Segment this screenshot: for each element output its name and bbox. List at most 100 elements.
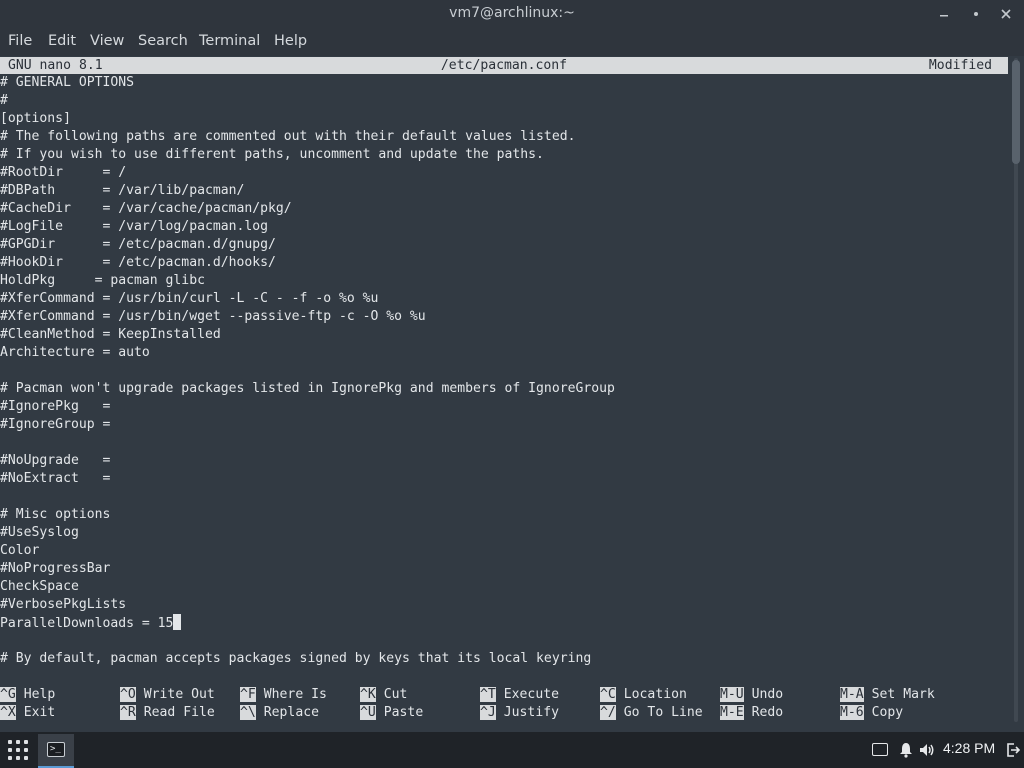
shortcut-label: Execute: [503, 687, 559, 702]
window-titlebar[interactable]: vm7@archlinux:~: [0, 0, 1024, 28]
shortcut-label: Justify: [503, 705, 559, 720]
shortcut-key: ^J: [480, 705, 496, 720]
editor-line: # The following paths are commented out …: [0, 129, 576, 144]
shortcut-label: Set Mark: [871, 687, 935, 702]
shortcut-key: M-U: [720, 687, 744, 702]
editor-line: #CacheDir = /var/cache/pacman/pkg/: [0, 201, 292, 216]
bell-icon[interactable]: [899, 741, 913, 759]
close-button[interactable]: [998, 6, 1014, 22]
shortcut-label: Write Out: [143, 687, 215, 702]
editor-line: Architecture = auto: [0, 345, 150, 360]
keyboard-icon[interactable]: [872, 743, 888, 756]
shortcut-key: ^K: [360, 687, 376, 702]
shortcut-go-to-line[interactable]: ^/ Go To Line: [600, 704, 703, 722]
shortcut-key: M-6: [840, 705, 864, 720]
editor-line: #XferCommand = /usr/bin/curl -L -C - -f …: [0, 291, 379, 306]
editor-line: #IgnoreGroup =: [0, 417, 111, 432]
shortcut-key: ^X: [0, 705, 16, 720]
editor-line: #CleanMethod = KeepInstalled: [0, 327, 221, 342]
shortcut-redo[interactable]: M-E Redo: [720, 704, 783, 722]
shortcut-label: Help: [23, 687, 56, 702]
restore-icon: [974, 12, 978, 16]
shortcut-label: Paste: [383, 705, 424, 720]
editor-line-current: ParallelDownloads = 15: [0, 614, 182, 632]
shortcut-where-is[interactable]: ^F Where Is: [240, 686, 327, 704]
shortcut-key: M-E: [720, 705, 744, 720]
terminal-scrollbar[interactable]: [1012, 58, 1020, 722]
taskbar: >_ 4:28 PM: [0, 732, 1024, 768]
editor-line: #RootDir = /: [0, 165, 127, 180]
shortcut-undo[interactable]: M-U Undo: [720, 686, 783, 704]
scrollbar-thumb[interactable]: [1012, 60, 1020, 164]
editor-line: Color: [0, 543, 40, 558]
shortcut-label: Cut: [383, 687, 408, 702]
editor-line: #LogFile = /var/log/pacman.log: [0, 219, 269, 234]
menu-help[interactable]: Help: [274, 33, 307, 49]
editor-line: #VerbosePkgLists: [0, 597, 127, 612]
shortcut-exit[interactable]: ^X Exit: [0, 704, 55, 722]
terminal-view[interactable]: GNU nano 8.1 /etc/pacman.conf Modified #…: [0, 56, 1024, 732]
editor-line: #NoUpgrade =: [0, 453, 111, 468]
editor-line: #NoExtract =: [0, 471, 111, 486]
terminal-icon: >_: [47, 742, 65, 757]
editor-line: [options]: [0, 111, 71, 126]
shortcut-label: Where Is: [263, 687, 327, 702]
taskbar-clock[interactable]: 4:28 PM: [943, 740, 995, 756]
volume-icon[interactable]: [918, 741, 936, 759]
shortcut-key: ^O: [120, 687, 136, 702]
editor-line: # Pacman won't upgrade packages listed i…: [0, 381, 615, 396]
shortcut-label: Go To Line: [623, 705, 703, 720]
shortcut-execute[interactable]: ^T Execute: [480, 686, 559, 704]
shortcut-key: ^F: [240, 687, 256, 702]
shortcut-key: ^T: [480, 687, 496, 702]
menu-edit[interactable]: Edit: [48, 33, 76, 49]
app-grid-button[interactable]: [6, 740, 30, 760]
shortcut-copy[interactable]: M-6 Copy: [840, 704, 903, 722]
window-title: vm7@archlinux:~: [449, 5, 575, 21]
shortcut-key: ^R: [120, 705, 136, 720]
shortcut-label: Replace: [263, 705, 319, 720]
shortcut-label: Exit: [23, 705, 56, 720]
editor-line: #: [0, 93, 8, 108]
menu-file[interactable]: File: [8, 33, 32, 49]
shortcut-key: M-A: [840, 687, 864, 702]
nano-modified-status: Modified: [928, 58, 992, 73]
shortcut-write-out[interactable]: ^O Write Out: [120, 686, 215, 704]
shortcut-label: Read File: [143, 705, 215, 720]
shortcut-location[interactable]: ^C Location: [600, 686, 687, 704]
shortcut-key: ^G: [0, 687, 16, 702]
editor-line-text: ParallelDownloads = 15: [0, 616, 174, 631]
restore-button[interactable]: [968, 6, 984, 22]
taskbar-terminal-button[interactable]: >_: [38, 734, 74, 768]
shortcut-key: ^\: [240, 705, 256, 720]
shortcut-paste[interactable]: ^U Paste: [360, 704, 423, 722]
menu-view[interactable]: View: [90, 33, 124, 49]
shortcut-cut[interactable]: ^K Cut: [360, 686, 407, 704]
editor-line: # If you wish to use different paths, un…: [0, 147, 544, 162]
editor-line: HoldPkg = pacman glibc: [0, 273, 205, 288]
nano-filename: /etc/pacman.conf: [440, 58, 568, 73]
nano-titlebar: GNU nano 8.1 /etc/pacman.conf Modified: [0, 57, 1008, 74]
editor-line: # GENERAL OPTIONS: [0, 75, 135, 90]
menu-search[interactable]: Search: [138, 33, 188, 49]
shortcut-label: Undo: [751, 687, 784, 702]
shortcut-label: Redo: [751, 705, 784, 720]
shortcut-read-file[interactable]: ^R Read File: [120, 704, 215, 722]
shortcut-help[interactable]: ^G Help: [0, 686, 55, 704]
editor-line: #NoProgressBar: [0, 561, 111, 576]
shortcut-set-mark[interactable]: M-A Set Mark: [840, 686, 935, 704]
minimize-button[interactable]: [936, 6, 952, 22]
editor-line: #IgnorePkg =: [0, 399, 111, 414]
close-icon: [1001, 9, 1011, 19]
logout-icon[interactable]: [1006, 741, 1021, 759]
shortcut-justify[interactable]: ^J Justify: [480, 704, 559, 722]
editor-line: #DBPath = /var/lib/pacman/: [0, 183, 245, 198]
shortcut-label: Location: [623, 687, 687, 702]
menu-terminal[interactable]: Terminal: [199, 33, 260, 49]
editor-line: #XferCommand = /usr/bin/wget --passive-f…: [0, 309, 426, 324]
editor-line: # Misc options: [0, 507, 111, 522]
shortcut-key: ^/: [600, 705, 616, 720]
menu-bar: File Edit View Search Terminal Help: [0, 28, 1024, 56]
editor-line: #HookDir = /etc/pacman.d/hooks/: [0, 255, 276, 270]
shortcut-replace[interactable]: ^\ Replace: [240, 704, 319, 722]
